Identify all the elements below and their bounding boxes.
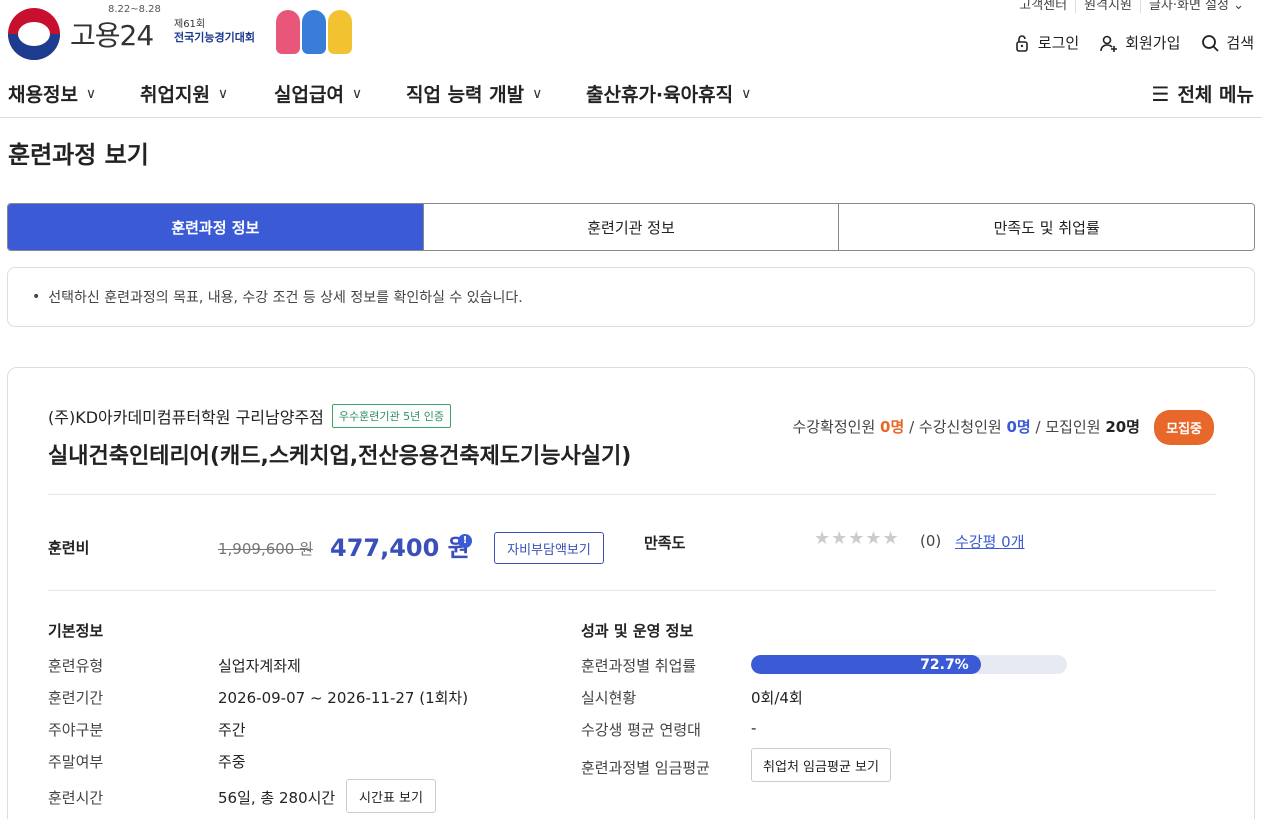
institution: (주)KD아카데미컴퓨터학원 구리남양주점 우수훈련기관 5년 인증 [48, 404, 451, 428]
site-logo[interactable]: 8.22~8.28 고용24 [8, 4, 161, 60]
event-banner[interactable]: 제61회 전국기능경기대회 [174, 18, 255, 44]
logo-date: 8.22~8.28 [108, 4, 161, 15]
customer-center-link[interactable]: 고객센터 [1011, 0, 1075, 13]
performance-title: 성과 및 운영 정보 [581, 622, 694, 640]
timetable-button[interactable]: 시간표 보기 [346, 779, 436, 813]
page-title: 훈련과정 보기 [8, 141, 149, 169]
login-link[interactable]: 로그인 [1012, 32, 1079, 53]
mascot-image [276, 10, 352, 54]
main-navigation: 채용정보 ∨ 취업지원 ∨ 실업급여 ∨ 직업 능력 개발 ∨ 출산휴가·육아휴직 ∨ ☰… [0, 80, 1262, 118]
bullet-icon: • [32, 289, 41, 305]
rating-stars: ★★★★★ [814, 528, 900, 549]
chevron-down-icon: ∨ [351, 85, 363, 102]
nav-skill-development[interactable]: 직업 능력 개발 ∨ [406, 80, 542, 107]
signup-link[interactable]: 회원가입 [1099, 32, 1180, 53]
weekend-value: 주중 [218, 753, 246, 771]
notice-text: 선택하신 훈련과정의 목표, 내용, 수강 조건 등 상세 정보를 확인하실 수… [48, 290, 523, 306]
tab-bar: 훈련과정 정보 훈련기관 정보 만족도 및 취업률 [7, 203, 1255, 251]
hamburger-icon: ☰ [1151, 81, 1170, 106]
all-menu-button[interactable]: ☰ 전체 메뉴 [1152, 80, 1254, 107]
nav-jobs[interactable]: 채용정보 ∨ [8, 80, 96, 107]
chevron-down-icon: ∨ [741, 85, 752, 102]
applied-count: 0명 [1006, 418, 1031, 436]
recruit-count: 20명 [1105, 418, 1140, 436]
member-menu: 로그인 회원가입 검색 [1012, 32, 1254, 53]
training-hours-label: 훈련시간 [48, 789, 104, 807]
satisfaction-label: 만족도 [644, 534, 686, 552]
avg-age-label: 수강생 평균 연령대 [581, 721, 701, 739]
status-label: 실시현황 [581, 689, 637, 707]
display-settings-link[interactable]: 글자·화면 설정 ⌄ [1139, 0, 1252, 13]
course-title: 실내건축인테리어(캐드,스케치업,전산응용건축제도기능사실기) [48, 444, 632, 469]
utility-links: 고객센터 원격지원 글자·화면 설정 ⌄ [1011, 0, 1252, 13]
course-card: (주)KD아카데미컴퓨터학원 구리남양주점 우수훈련기관 5년 인증 실내건축인… [7, 367, 1255, 819]
add-user-icon [1100, 35, 1118, 52]
self-pay-button[interactable]: 자비부담액보기 [494, 532, 604, 564]
weekend-label: 주말여부 [48, 753, 104, 771]
chevron-down-icon: ∨ [532, 85, 543, 102]
day-night-value: 주간 [218, 721, 246, 739]
fee-original: 1,909,600 원 [218, 540, 313, 558]
event-name: 전국기능경기대회 [174, 31, 255, 44]
search-icon [1202, 34, 1220, 52]
day-night-label: 주야구분 [48, 721, 104, 739]
event-edition: 제61회 [174, 19, 206, 30]
divider [48, 590, 1216, 591]
basic-info-title: 기본정보 [48, 622, 104, 640]
remote-support-link[interactable]: 원격지원 [1075, 0, 1140, 13]
divider [48, 494, 1216, 495]
lock-icon [1015, 34, 1028, 52]
avg-wage-label: 훈련과정별 임금평균 [581, 759, 710, 777]
training-period-value: 2026-09-07 ~ 2026-11-27 (1회차) [218, 689, 469, 707]
info-icon[interactable]: ! [458, 534, 472, 548]
notice-box: • 선택하신 훈련과정의 목표, 내용, 수강 조건 등 상세 정보를 확인하실… [7, 267, 1255, 327]
employment-rate-bar: 72.7% [751, 655, 1067, 674]
institution-name[interactable]: (주)KD아카데미컴퓨터학원 구리남양주점 [48, 404, 324, 428]
taegeuk-logo-icon [8, 8, 60, 60]
training-hours-value: 56일, 총 280시간 [218, 789, 336, 807]
employment-rate-label: 훈련과정별 취업률 [581, 657, 697, 675]
avg-age-value: - [751, 719, 757, 737]
chevron-down-icon: ∨ [217, 85, 229, 102]
training-type-value: 실업자계좌제 [218, 657, 301, 675]
chevron-down-icon: ∨ [85, 85, 97, 102]
cert-badge: 우수훈련기관 5년 인증 [331, 404, 451, 428]
nav-employment-support[interactable]: 취업지원 ∨ [140, 80, 228, 107]
tab-course-info[interactable]: 훈련과정 정보 [8, 204, 423, 250]
logo-text: 8.22~8.28 고용24 [70, 4, 161, 52]
nav-parental-leave[interactable]: 출산휴가·육아휴직 ∨ [586, 80, 751, 107]
enrollment-stats: 수강확정인원 0명 / 수강신청인원 0명 / 모집인원 20명 [792, 418, 1140, 436]
training-type-label: 훈련유형 [48, 657, 104, 675]
status-badge: 모집중 [1154, 410, 1214, 445]
tab-satisfaction[interactable]: 만족도 및 취업률 [838, 204, 1254, 250]
training-period-label: 훈련기간 [48, 689, 104, 707]
review-link[interactable]: 수강평 0개 [955, 531, 1025, 552]
fee-current: 477,400 원 [330, 534, 470, 562]
employment-rate-fill: 72.7% [751, 655, 981, 674]
wage-button[interactable]: 취업처 임금평균 보기 [751, 748, 891, 782]
search-link[interactable]: 검색 [1200, 32, 1254, 53]
satisfaction-count: (0) [920, 532, 942, 550]
status-value: 0회/4회 [751, 689, 803, 707]
tab-institution-info[interactable]: 훈련기관 정보 [422, 204, 839, 250]
confirmed-count: 0명 [880, 418, 905, 436]
fee-label: 훈련비 [48, 539, 90, 557]
nav-unemployment-benefit[interactable]: 실업급여 ∨ [274, 80, 362, 107]
